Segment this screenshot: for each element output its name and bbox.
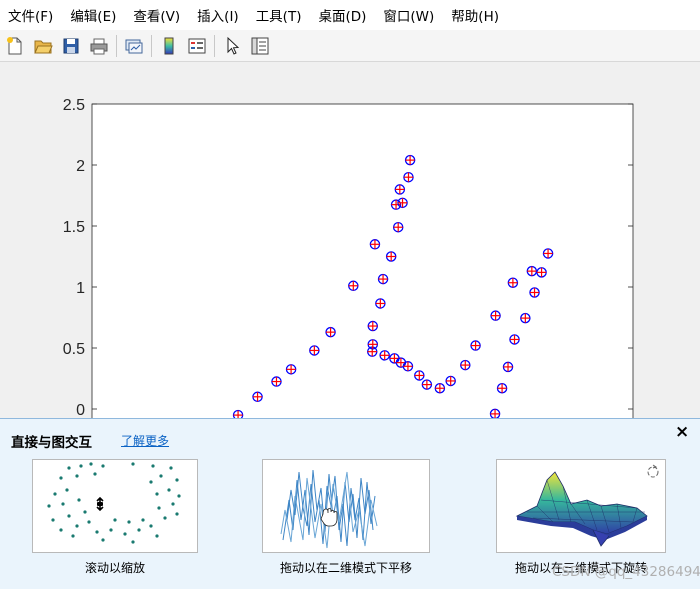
data-point [348,280,359,292]
data-point [529,287,540,298]
y-tick-label: 0 [76,402,85,419]
data-point [389,353,400,364]
close-icon[interactable]: × [675,422,689,442]
data-point [379,350,390,361]
toolbar [0,30,700,62]
watermark: CSDN @qq_43286494 [552,564,700,580]
figure-area: 0 0.5 1 1.5 2 2.5 [0,63,700,419]
property-inspector-icon[interactable] [247,33,273,59]
insert-colorbar-icon[interactable] [156,33,182,59]
print-icon[interactable] [86,33,112,59]
menu-desktop[interactable]: 桌面(D) [310,5,375,25]
data-point [421,379,433,390]
data-point [285,364,297,375]
data-point [536,267,547,278]
data-point [367,339,379,350]
data-point [507,277,519,288]
scroll-zoom-label: 滚动以缩放 [84,561,145,575]
data-point [403,171,414,183]
rotate-3d-illustration [515,464,659,547]
data-point [490,310,501,321]
pan-2d-card[interactable] [262,459,430,553]
data-point [496,383,508,394]
save-icon[interactable] [58,33,84,59]
new-figure-icon[interactable] [2,33,28,59]
data-point [377,273,389,285]
learn-more-link[interactable]: 了解更多 [121,432,169,449]
link-plot-icon[interactable] [121,33,147,59]
edit-plot-pointer-icon[interactable] [219,33,245,59]
data-point [309,345,320,356]
data-point [392,221,404,233]
data-point [394,184,406,195]
axes-box [91,103,634,419]
toolbar-separator [151,34,152,57]
y-tick-label: 1 [76,280,85,297]
y-tick-label: 1.5 [63,219,85,236]
banner-title: 直接与图交互 [11,435,92,451]
scroll-zoom-illustration [47,462,181,544]
menu-window[interactable]: 窗口(W) [375,5,443,25]
data-point [460,359,471,371]
menu-edit[interactable]: 编辑(E) [62,5,125,25]
scroll-zoom-card[interactable] [32,459,198,553]
toolbar-separator [214,34,215,57]
scatter-plot[interactable]: 0 0.5 1 1.5 2 2.5 [0,63,700,419]
insert-legend-icon[interactable] [184,33,210,59]
menu-view[interactable]: 查看(V) [125,5,189,25]
menu-bar: 文件(F) 编辑(E) 查看(V) 插入(I) 工具(T) 桌面(D) 窗口(W… [0,0,700,30]
menu-help[interactable]: 帮助(H) [443,5,508,25]
data-point [367,320,379,332]
data-point [397,197,408,209]
data-point [404,154,416,166]
rotate-3d-card[interactable] [496,459,666,553]
toolbar-separator [116,34,117,57]
data-point [271,376,282,387]
data-point [445,375,456,387]
data-point [390,199,402,210]
y-tick-label: 0.5 [63,341,85,358]
data-point [325,326,336,338]
data-point [369,239,381,250]
menu-tools[interactable]: 工具(T) [248,5,311,25]
interaction-banner: 直接与图交互 了解更多 × 滚动以缩放 拖动以在二维模式下平移 拖动以在三维模式… [0,418,700,589]
menu-insert[interactable]: 插入(I) [189,5,248,25]
data-point [434,383,446,394]
y-tick-label: 2.5 [63,97,85,114]
data-point [470,340,481,351]
y-tick-label: 2 [76,158,85,175]
open-file-icon[interactable] [30,33,56,59]
data-point [402,361,414,372]
data-point [520,312,531,324]
data-point [502,361,514,373]
data-point [375,298,386,309]
data-point [509,334,520,345]
menu-file[interactable]: 文件(F) [0,5,62,25]
data-point [385,251,397,262]
pan-2d-illustration [280,469,378,549]
data-point [542,248,554,259]
pan-2d-label: 拖动以在二维模式下平移 [279,561,412,575]
data-point [414,370,425,381]
data-point [252,391,263,403]
data-point [526,265,538,277]
